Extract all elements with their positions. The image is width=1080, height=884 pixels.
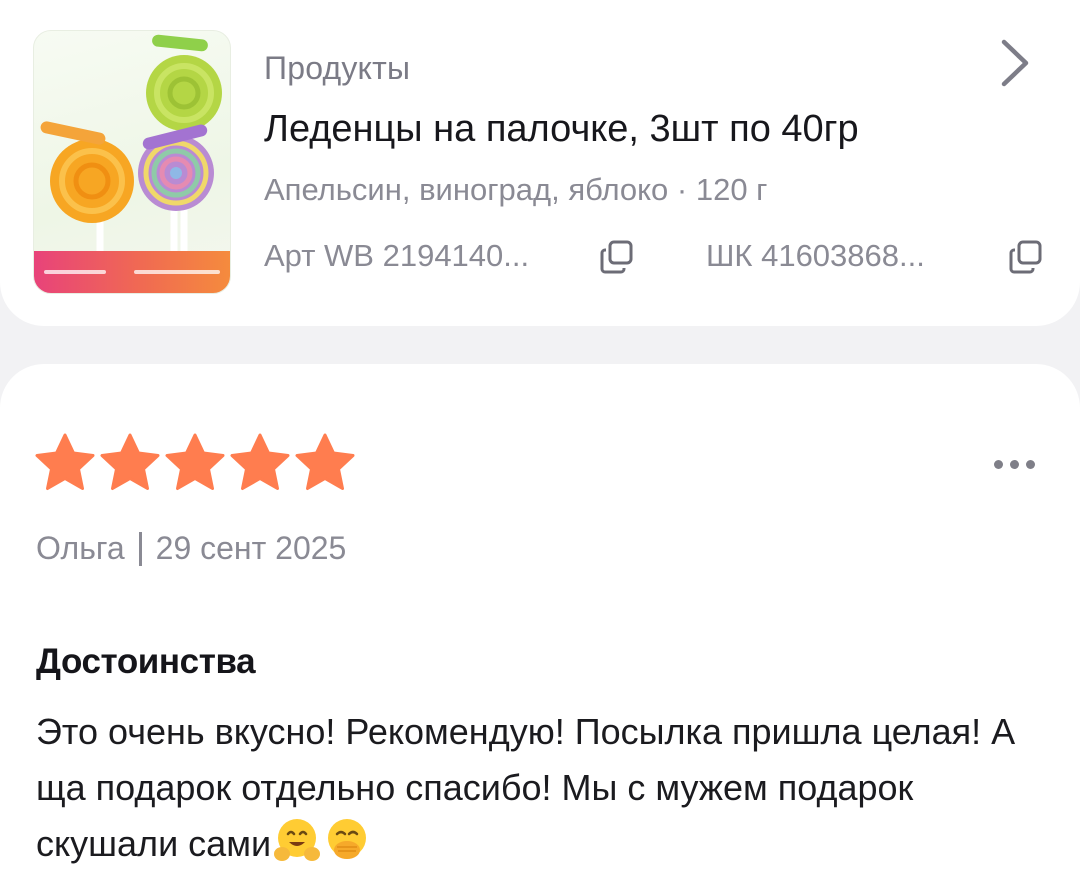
star-icon — [100, 433, 160, 490]
meta-divider — [138, 531, 142, 566]
review-meta: Ольга 29 сент 2025 — [36, 530, 346, 567]
copy-icon — [600, 240, 633, 274]
star-icon — [230, 433, 290, 490]
more-horizontal-icon — [993, 459, 1003, 469]
rating-stars — [33, 432, 357, 492]
product-title[interactable]: Леденцы на палочке, 3шт по 40гр — [264, 108, 859, 151]
face-with-hand-over-mouth-icon — [328, 819, 367, 859]
review-card: Ольга 29 сент 2025 Достоинства Это очень… — [0, 364, 1080, 884]
product-category: Продукты — [264, 50, 411, 86]
review-text: Это очень вкусно! Рекомендую! Посылка пр… — [36, 711, 1016, 864]
review-author: Ольга — [36, 530, 125, 566]
product-card[interactable]: Продукты Леденцы на палочке, 3шт по 40гр… — [0, 0, 1080, 326]
open-product-button[interactable] — [994, 36, 1038, 90]
copy-barcode-button[interactable] — [1006, 237, 1046, 277]
star-icon — [165, 433, 225, 490]
more-options-button[interactable] — [984, 450, 1044, 478]
product-thumbnail[interactable] — [33, 30, 231, 294]
star-icon — [35, 433, 95, 490]
chevron-right-icon — [1001, 39, 1029, 87]
review-text-block: Это очень вкусно! Рекомендую! Посылка пр… — [36, 704, 1046, 872]
product-variant: Апельсин, виноград, яблоко · 120 г — [264, 172, 768, 207]
advantages-title: Достоинства — [36, 642, 256, 681]
product-barcode: ШК 41603868... — [706, 238, 925, 273]
review-date: 29 сент 2025 — [155, 530, 347, 566]
copy-article-button[interactable] — [597, 237, 637, 277]
thumbnail-banner — [34, 251, 230, 293]
hugging-face-icon — [274, 819, 321, 861]
star-icon — [295, 433, 355, 490]
copy-icon — [1009, 240, 1042, 274]
product-article: Арт WB 2194140... — [264, 238, 530, 273]
